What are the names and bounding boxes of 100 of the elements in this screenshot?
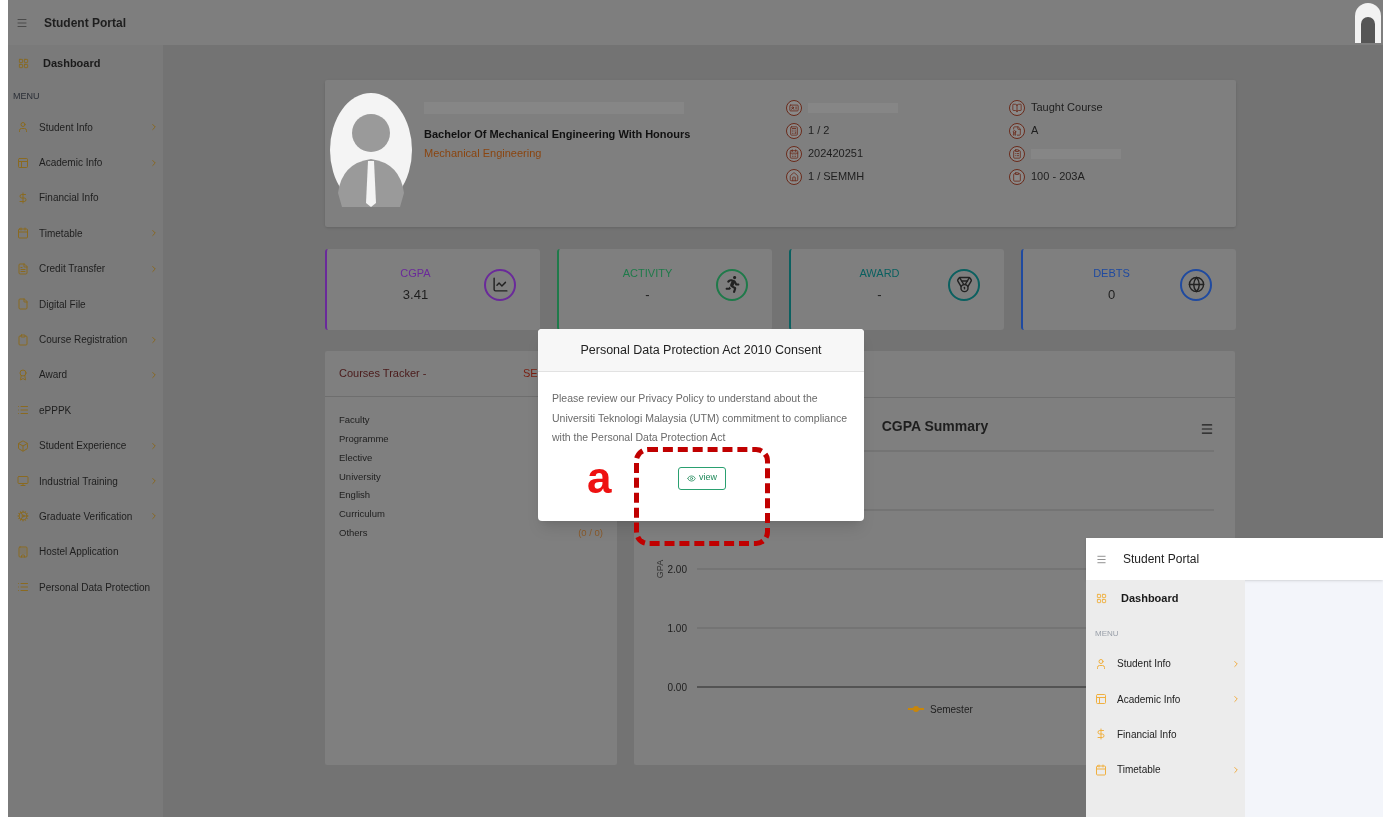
globe-icon [1180, 268, 1212, 301]
y-tick-label: 1.00 [667, 623, 687, 634]
chart-title: CGPA Summary [881, 418, 989, 434]
y-tick-label: 2.00 [667, 564, 687, 575]
sidebar-item[interactable]: Industrial Training [8, 463, 163, 499]
calendar-icon [17, 227, 29, 240]
app-title: Student Portal [1123, 551, 1200, 568]
sidebar-item-label: Academic Info [1117, 692, 1182, 707]
column-heading: SE [523, 366, 538, 382]
view-button[interactable]: view [678, 466, 726, 490]
tracker-label: English [339, 488, 371, 503]
dialog-message: Please review our Privacy Policy to understand about the Universiti Teknologi Malaysia (UTM) commitment to compliance with the Personal Data Protection Act [551, 391, 849, 445]
sidebar-item[interactable]: Personal Data Protection [8, 569, 163, 605]
monitor-icon [17, 475, 29, 488]
sidebar-item[interactable]: Academic Info [1086, 681, 1245, 717]
chevron-icon [149, 440, 159, 451]
sidebar-item-label: Graduate Verification [39, 510, 134, 524]
chevron-icon [149, 369, 159, 380]
annotation-label: a [587, 456, 612, 500]
sidebar-item[interactable]: Credit Transfer [8, 251, 163, 287]
document-icon [17, 262, 29, 275]
sidebar-item[interactable]: Financial Info [8, 180, 163, 216]
info-value: 202420251 [808, 146, 864, 162]
sidebar-item[interactable]: Student Experience [8, 428, 163, 464]
info-value: Taught Course [1031, 100, 1103, 116]
sidebar-item[interactable]: Financial Info [1086, 716, 1245, 753]
stat-title: DEBTS [1093, 265, 1130, 281]
avatar-icon[interactable] [1355, 2, 1381, 43]
tracker-label: Others [339, 526, 368, 541]
legend-label: Semester [930, 704, 973, 715]
chevron-icon [149, 122, 159, 133]
sidebar-item-label: Dashboard [43, 55, 101, 71]
sidebar-item[interactable]: Timetable [1086, 752, 1245, 788]
chevron-icon [1231, 764, 1241, 775]
list-icon [17, 581, 29, 594]
sidebar-item-label: Academic Info [39, 156, 104, 171]
medal-icon [948, 268, 980, 301]
tracker-label: Programme [339, 432, 389, 447]
y-tick-label: 0.00 [667, 682, 687, 693]
sidebar-item-label: Timetable [39, 226, 84, 241]
dollar-icon [1095, 728, 1107, 741]
layout-icon [17, 156, 29, 169]
gear-icon [17, 510, 29, 523]
section-label: MENU [1094, 628, 1120, 640]
sidebar-item-label: Course Registration [39, 333, 129, 348]
sidebar-item[interactable]: Student Info [8, 109, 163, 145]
programme-name: Bachelor Of Mechanical Engineering With Honours [424, 127, 692, 142]
calendar-icon [1095, 763, 1107, 776]
calculator-icon [786, 122, 802, 139]
info-value: A [1031, 123, 1039, 139]
sidebar-item[interactable]: Digital File [8, 286, 163, 322]
chevron-icon [149, 476, 159, 487]
sidebar-item[interactable]: ePPPK [8, 392, 163, 428]
faculty-name: Mechanical Engineering [424, 145, 543, 161]
menu-icon[interactable] [1200, 422, 1214, 436]
sidebar-item[interactable]: Graduate Verification [8, 498, 163, 535]
stat-value: - [877, 286, 882, 304]
runner-icon [716, 268, 748, 301]
clipboard-icon [1009, 145, 1025, 162]
building-icon [17, 545, 29, 558]
ribbon-icon [17, 368, 29, 381]
menu-icon[interactable] [1096, 553, 1107, 565]
sidebar-item[interactable]: Student Info [1086, 646, 1245, 682]
clipboard-icon [1009, 168, 1025, 185]
stat-title: ACTIVITY [622, 265, 673, 281]
sidebar-item-label: Student Info [39, 120, 94, 135]
sidebar-item[interactable]: Timetable [8, 215, 163, 252]
document-icon [1009, 122, 1025, 139]
eye-icon [687, 473, 696, 483]
id-card-icon [786, 99, 802, 116]
book-icon [1009, 99, 1025, 116]
tracker-label: Elective [339, 450, 373, 465]
info-value: 1 / SEMMH [808, 169, 865, 185]
file-icon [17, 298, 29, 311]
info-value: 100 - 203A [1031, 169, 1085, 185]
stat-title: AWARD [859, 265, 900, 281]
chevron-icon [149, 511, 159, 522]
sidebar-item-label: Hostel Application [39, 545, 120, 560]
sidebar-item[interactable]: Hostel Application [8, 534, 163, 570]
sidebar-item[interactable]: Course Registration [8, 321, 163, 358]
sidebar-item-label: Dashboard [1121, 590, 1179, 606]
tracker-count: (0 / 0) [578, 526, 603, 541]
tracker-label: Curriculum [339, 507, 385, 522]
card-title: Courses Tracker - [339, 366, 428, 382]
person-icon [1095, 657, 1107, 670]
sidebar-item-label: ePPPK [39, 403, 73, 418]
stat-value: 0 [1107, 286, 1116, 304]
sidebar-item[interactable]: Award [8, 357, 163, 393]
sidebar-item-label: Digital File [39, 297, 87, 312]
sidebar-item[interactable]: Academic Info [8, 144, 163, 181]
tracker-label: University [339, 469, 381, 484]
sidebar-item-label: Industrial Training [39, 474, 119, 489]
sidebar-item[interactable]: Dashboard [1086, 586, 1245, 610]
chevron-icon [1231, 694, 1241, 705]
layout-icon [1095, 693, 1107, 706]
grid-icon [18, 57, 29, 69]
house-icon [786, 168, 802, 185]
menu-icon[interactable] [16, 16, 28, 29]
sidebar-item[interactable]: Dashboard [8, 49, 163, 77]
stat-value: 3.41 [402, 286, 429, 304]
